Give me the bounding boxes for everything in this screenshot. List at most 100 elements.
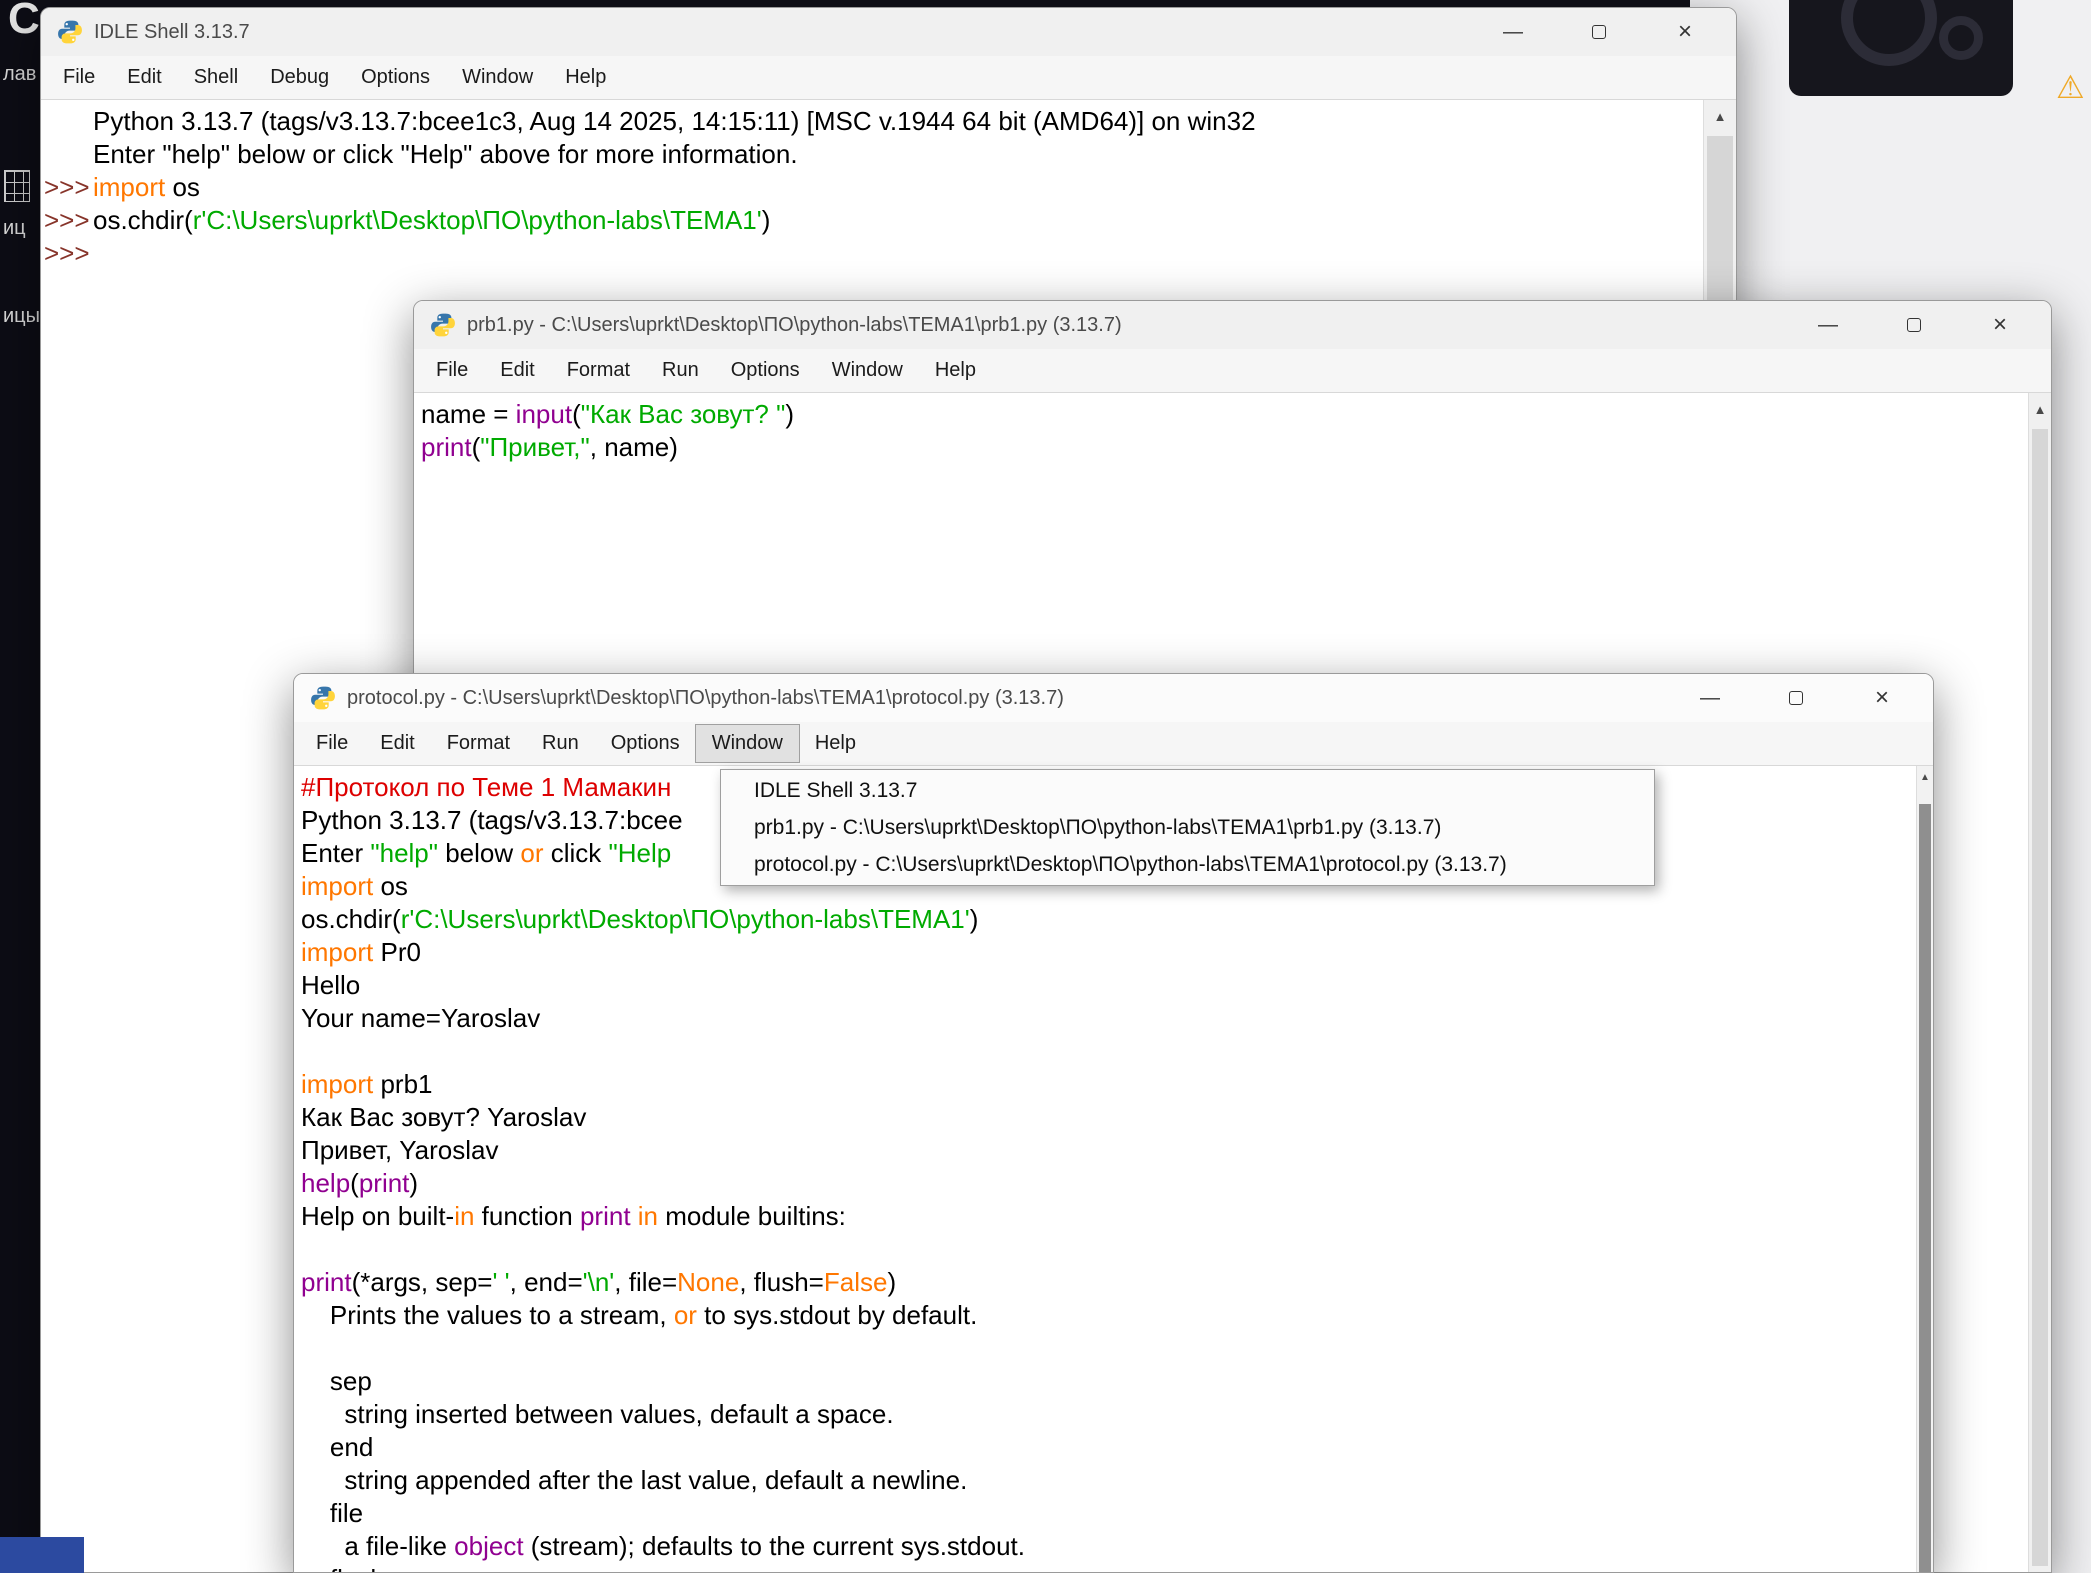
protocol-window-title: protocol.py - C:\Users\uprkt\Desktop\ПО\… — [347, 687, 1064, 710]
close-button[interactable]: × — [1839, 674, 1925, 722]
code-text: name = input("Как Вас зовут? ") — [421, 398, 794, 431]
maximize-button[interactable] — [1556, 8, 1642, 56]
protocol-editor-window: protocol.py - C:\Users\uprkt\Desktop\ПО\… — [293, 673, 1934, 1573]
maximize-button[interactable] — [1753, 674, 1839, 722]
code-text: Python 3.13.7 (tags/v3.13.7:bcee — [301, 804, 683, 837]
code-line — [294, 1233, 1916, 1266]
protocol-menubar: FileEditFormatRunOptionsWindowHelp — [294, 722, 1933, 766]
window-menu-entry[interactable]: prb1.py - C:\Users\uprkt\Desktop\ПО\pyth… — [721, 809, 1654, 846]
window-menu-entry[interactable]: IDLE Shell 3.13.7 — [721, 772, 1654, 809]
code-text: Как Вас зовут? Yaroslav — [301, 1101, 586, 1134]
maximize-button[interactable] — [1871, 301, 1957, 349]
scroll-up-icon[interactable]: ▲ — [2029, 393, 2051, 417]
background-blue-patch — [0, 1537, 84, 1573]
menu-item-format[interactable]: Format — [431, 725, 526, 762]
protocol-scrollbar[interactable]: ▲ — [1916, 766, 1933, 1572]
shell-titlebar[interactable]: IDLE Shell 3.13.7 — × — [41, 8, 1736, 56]
menu-item-window[interactable]: Window — [696, 725, 799, 762]
code-text: string appended after the last value, de… — [301, 1464, 967, 1497]
window-controls: — × — [1470, 8, 1728, 56]
python-icon — [57, 19, 83, 45]
menu-item-window[interactable]: Window — [446, 59, 549, 96]
menu-item-help[interactable]: Help — [919, 352, 992, 389]
shell-window-title: IDLE Shell 3.13.7 — [94, 21, 250, 44]
shell-menubar: FileEditShellDebugOptionsWindowHelp — [41, 56, 1736, 100]
code-text: import os — [93, 171, 200, 204]
code-line: import Pr0 — [294, 936, 1916, 969]
code-line: flush — [294, 1563, 1916, 1572]
protocol-text-area[interactable]: #Протокол по Теме 1 МамакинPython 3.13.7… — [294, 766, 1916, 1572]
menu-item-shell[interactable]: Shell — [178, 59, 254, 96]
scrollbar-thumb[interactable] — [2032, 429, 2048, 1566]
code-line: Python 3.13.7 (tags/v3.13.7:bcee1c3, Aug… — [41, 105, 1703, 138]
menu-item-edit[interactable]: Edit — [364, 725, 430, 762]
code-text: Help on built-in function print in modul… — [301, 1200, 846, 1233]
menu-item-options[interactable]: Options — [715, 352, 816, 389]
ribbon-tab-fragment: ицы — [3, 305, 40, 328]
close-button[interactable]: × — [1957, 301, 2043, 349]
menu-item-debug[interactable]: Debug — [254, 59, 345, 96]
menu-item-file[interactable]: File — [420, 352, 484, 389]
code-line: help(print) — [294, 1167, 1916, 1200]
minimize-button[interactable]: — — [1470, 8, 1556, 56]
logo-ring-icon — [1841, 0, 1937, 66]
close-button[interactable]: × — [1642, 8, 1728, 56]
protocol-titlebar[interactable]: protocol.py - C:\Users\uprkt\Desktop\ПО\… — [294, 674, 1933, 722]
code-line: end — [294, 1431, 1916, 1464]
warning-icon: ⚠ — [2056, 68, 2085, 106]
window-controls: — × — [1667, 674, 1925, 722]
menu-item-help[interactable]: Help — [549, 59, 622, 96]
scroll-up-icon[interactable]: ▲ — [1917, 766, 1933, 783]
menu-item-edit[interactable]: Edit — [111, 59, 177, 96]
code-text: Enter "help" below or click "Help" above… — [93, 138, 798, 171]
code-text: end — [301, 1431, 373, 1464]
scroll-up-icon[interactable]: ▲ — [1704, 100, 1736, 124]
prb1-titlebar[interactable]: prb1.py - C:\Users\uprkt\Desktop\ПО\pyth… — [414, 301, 2051, 349]
word-left-edge: C лав иц ицы — [0, 0, 40, 1573]
code-text: Enter "help" below or click "Help — [301, 837, 671, 870]
code-line: string appended after the last value, de… — [294, 1464, 1916, 1497]
menu-item-run[interactable]: Run — [526, 725, 595, 762]
code-line: print("Привет,", name) — [414, 431, 2028, 464]
code-line: import prb1 — [294, 1068, 1916, 1101]
prb1-scrollbar[interactable]: ▲ — [2028, 393, 2051, 1572]
maximize-icon — [1907, 318, 1921, 332]
menu-item-file[interactable]: File — [47, 59, 111, 96]
table-icon — [4, 170, 30, 202]
code-line: Help on built-in function print in modul… — [294, 1200, 1916, 1233]
code-line: >>>os.chdir(r'C:\Users\uprkt\Desktop\ПО\… — [41, 204, 1703, 237]
code-line: file — [294, 1497, 1916, 1530]
code-line: Prints the values to a stream, or to sys… — [294, 1299, 1916, 1332]
code-line: string inserted between values, default … — [294, 1398, 1916, 1431]
logo-ring-icon — [1939, 16, 1983, 60]
menu-item-window[interactable]: Window — [816, 352, 919, 389]
scrollbar-thumb[interactable] — [1919, 804, 1931, 1572]
shell-prompt: >>> — [41, 171, 93, 204]
code-text: import Pr0 — [301, 936, 421, 969]
shell-prompt — [41, 105, 93, 138]
minimize-button[interactable]: — — [1785, 301, 1871, 349]
code-text: Python 3.13.7 (tags/v3.13.7:bcee1c3, Aug… — [93, 105, 1256, 138]
code-text: os.chdir(r'C:\Users\uprkt\Desktop\ПО\pyt… — [93, 204, 770, 237]
ribbon-tab-fragment: иц — [3, 217, 26, 240]
menu-item-file[interactable]: File — [300, 725, 364, 762]
code-text: import os — [301, 870, 408, 903]
code-line: a file-like object (stream); defaults to… — [294, 1530, 1916, 1563]
menu-item-help[interactable]: Help — [799, 725, 872, 762]
menu-item-options[interactable]: Options — [595, 725, 696, 762]
app-logo — [1789, 0, 2013, 96]
code-text: help(print) — [301, 1167, 418, 1200]
code-line: Как Вас зовут? Yaroslav — [294, 1101, 1916, 1134]
code-line: >>>import os — [41, 171, 1703, 204]
code-text: os.chdir(r'C:\Users\uprkt\Desktop\ПО\pyt… — [301, 903, 978, 936]
menu-item-edit[interactable]: Edit — [484, 352, 550, 389]
menu-item-options[interactable]: Options — [345, 59, 446, 96]
python-icon — [430, 312, 456, 338]
code-text: flush — [301, 1563, 385, 1572]
menu-item-format[interactable]: Format — [551, 352, 646, 389]
code-line: Привет, Yaroslav — [294, 1134, 1916, 1167]
menu-item-run[interactable]: Run — [646, 352, 715, 389]
minimize-button[interactable]: — — [1667, 674, 1753, 722]
window-menu-entry[interactable]: protocol.py - C:\Users\uprkt\Desktop\ПО\… — [721, 846, 1654, 883]
code-text: #Протокол по Теме 1 Мамакин — [301, 771, 671, 804]
